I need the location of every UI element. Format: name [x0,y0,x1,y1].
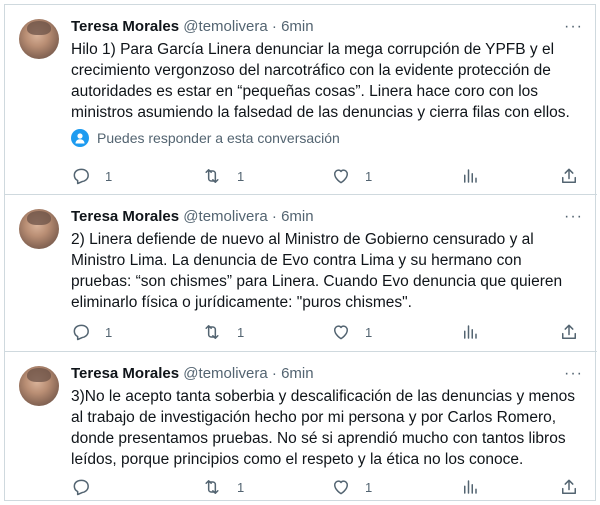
views-icon [464,480,477,494]
retweet-count: 1 [237,479,245,495]
retweet-icon [205,169,219,183]
more-icon[interactable]: ··· [564,17,583,37]
share-icon [562,479,576,494]
views-button[interactable] [461,476,479,498]
tweet[interactable]: Teresa Morales @temolivera · 6min ··· 3)… [5,352,597,502]
tweet-header: Teresa Morales @temolivera · 6min [71,17,314,37]
more-icon[interactable]: ··· [564,207,583,227]
views-button[interactable] [461,321,479,343]
reply-count: 1 [105,168,113,184]
tweet-text: Hilo 1) Para García Linera denunciar la … [71,41,570,121]
tweet[interactable]: Teresa Morales @temolivera · 6min ··· Hi… [5,5,597,195]
like-button[interactable]: 1 [331,321,372,343]
share-button[interactable] [559,321,579,343]
author-handle[interactable]: @temolivera [183,208,267,225]
like-icon [334,325,348,340]
author-name[interactable]: Teresa Morales [71,18,179,35]
views-icon [464,325,477,339]
tweet-time[interactable]: 6min [281,208,314,225]
more-icon[interactable]: ··· [564,364,583,384]
tweet-time[interactable]: 6min [281,365,314,382]
separator: · [271,365,277,382]
views-icon [464,169,477,183]
tweet-text: 3)No le acepto tanta soberbia y descalif… [71,388,576,468]
share-button[interactable] [559,165,579,187]
views-button[interactable] [461,165,479,187]
retweet-icon [205,480,219,494]
avatar[interactable] [19,19,59,59]
person-icon [71,129,89,147]
author-name[interactable]: Teresa Morales [71,365,179,382]
like-count: 1 [365,479,373,495]
reply-count: 1 [105,324,113,340]
tweet-header: Teresa Morales @temolivera · 6min [71,207,314,227]
reply-button[interactable]: 1 [71,321,112,343]
retweet-count: 1 [237,168,245,184]
author-name[interactable]: Teresa Morales [71,208,179,225]
like-icon [334,169,348,184]
retweet-button[interactable]: 1 [201,476,244,498]
tweet[interactable]: Teresa Morales @temolivera · 6min ··· 2)… [5,195,597,352]
retweet-button[interactable]: 1 [201,165,244,187]
reply-button[interactable] [71,476,105,498]
reply-button[interactable]: 1 [71,165,112,187]
thread-container: Teresa Morales @temolivera · 6min ··· Hi… [4,4,597,502]
author-handle[interactable]: @temolivera [183,365,267,382]
tweet-header: Teresa Morales @temolivera · 6min [71,364,314,384]
like-count: 1 [365,168,373,184]
tweet-text: 2) Linera defiende de nuevo al Ministro … [71,231,563,311]
author-handle[interactable]: @temolivera [183,18,267,35]
separator: · [271,208,277,225]
tweet-actions: 1 1 1 [71,321,581,343]
tweet-time[interactable]: 6min [281,18,314,35]
reply-icon [73,168,89,185]
tweet-actions: 1 1 1 [71,165,581,187]
separator: · [271,18,277,35]
retweet-button[interactable]: 1 [201,321,244,343]
reply-hint-text: Puedes responder a esta conversación [97,130,340,146]
reply-icon [73,324,89,341]
like-button[interactable]: 1 [331,476,372,498]
reply-hint: Puedes responder a esta conversación [71,129,340,147]
retweet-icon [205,325,219,339]
share-button[interactable] [559,476,579,498]
like-count: 1 [365,324,373,340]
reply-icon [73,479,89,496]
like-icon [334,480,348,495]
avatar[interactable] [19,209,59,249]
tweet-actions: 1 1 [71,476,581,498]
share-icon [562,168,576,183]
like-button[interactable]: 1 [331,165,372,187]
avatar[interactable] [19,366,59,406]
share-icon [562,324,576,339]
retweet-count: 1 [237,324,245,340]
